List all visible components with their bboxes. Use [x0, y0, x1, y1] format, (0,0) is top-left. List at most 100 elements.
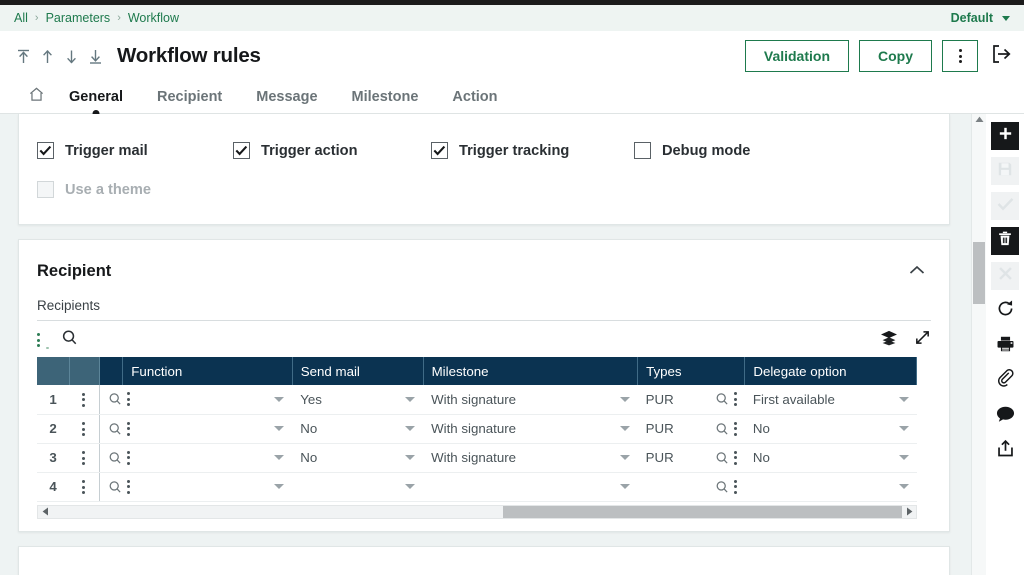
validation-button[interactable]: Validation	[744, 40, 849, 72]
more-actions-button[interactable]	[942, 40, 978, 72]
tab-message[interactable]: Message	[256, 89, 317, 113]
table-row[interactable]: 4	[37, 472, 917, 502]
tab-milestone[interactable]: Milestone	[352, 89, 419, 113]
cell-milestone[interactable]: With signature	[423, 443, 638, 473]
cell-function[interactable]	[99, 385, 293, 415]
grid-horizontal-scrollbar[interactable]	[37, 504, 917, 519]
scroll-right-arrow-icon[interactable]	[902, 507, 916, 516]
chevron-down-icon[interactable]	[619, 426, 630, 431]
cell-function[interactable]	[99, 414, 293, 444]
table-row[interactable]: 3 No With signature PUR No	[37, 443, 917, 473]
types-lookup[interactable]	[715, 392, 737, 407]
grid-header-types[interactable]: Types	[637, 357, 746, 385]
cell-delegate-option[interactable]	[744, 472, 917, 502]
kebab-menu-icon[interactable]	[733, 450, 737, 465]
grid-header-lookup[interactable]	[99, 357, 124, 385]
rail-refresh-button[interactable]	[991, 297, 1019, 325]
cell-function[interactable]	[99, 443, 293, 473]
types-lookup[interactable]	[715, 479, 737, 494]
profile-selector[interactable]: Default	[951, 11, 1010, 25]
scroll-track[interactable]	[52, 505, 902, 518]
grid-header-send-mail[interactable]: Send mail	[292, 357, 424, 385]
tab-recipient[interactable]: Recipient	[157, 89, 222, 113]
collapse-section-button[interactable]	[903, 258, 931, 284]
last-record-icon[interactable]	[88, 48, 103, 65]
grid-search-button[interactable]	[61, 329, 78, 351]
grid-header-milestone[interactable]: Milestone	[423, 357, 639, 385]
kebab-menu-icon[interactable]	[733, 479, 737, 494]
rail-delete-button[interactable]	[991, 227, 1019, 255]
function-lookup[interactable]	[108, 479, 130, 494]
chevron-down-icon[interactable]	[274, 396, 285, 402]
grid-header-function[interactable]: Function	[122, 357, 293, 385]
chevron-down-icon[interactable]	[898, 484, 909, 489]
kebab-menu-icon[interactable]	[733, 392, 737, 407]
chevron-down-icon[interactable]	[405, 484, 416, 489]
chevron-down-icon[interactable]	[274, 426, 285, 431]
tab-action[interactable]: Action	[452, 89, 497, 113]
cell-function[interactable]	[99, 472, 293, 502]
cell-types[interactable]: PUR	[637, 443, 745, 473]
cell-delegate-option[interactable]: No	[744, 443, 917, 473]
breadcrumb-item-parameters[interactable]: Parameters	[46, 11, 111, 25]
cell-send-mail[interactable]: No	[292, 443, 424, 473]
grid-header-delegate-option[interactable]: Delegate option	[744, 357, 917, 385]
cell-types[interactable]: PUR	[637, 414, 745, 444]
grid-header-rowmenu[interactable]	[69, 357, 100, 385]
function-lookup[interactable]	[108, 450, 130, 465]
cell-send-mail[interactable]	[292, 472, 424, 502]
chevron-down-icon[interactable]	[898, 396, 909, 402]
chevron-down-icon[interactable]	[898, 455, 909, 460]
breadcrumb-item-workflow[interactable]: Workflow	[128, 11, 179, 25]
scroll-up-arrow-icon[interactable]	[972, 116, 986, 123]
checkbox-trigger-mail[interactable]: Trigger mail	[37, 142, 233, 159]
chevron-down-icon[interactable]	[274, 484, 285, 489]
rail-add-button[interactable]	[991, 122, 1019, 150]
row-menu-button[interactable]	[69, 385, 100, 415]
grid-layers-button[interactable]	[880, 330, 898, 351]
cell-send-mail[interactable]: Yes	[292, 385, 424, 415]
checkbox-trigger-tracking[interactable]: Trigger tracking	[431, 142, 634, 159]
kebab-menu-icon[interactable]	[733, 421, 737, 436]
table-row[interactable]: 1 Yes With signature PUR First available	[37, 385, 917, 415]
checkbox-trigger-action[interactable]: Trigger action	[233, 142, 431, 159]
chevron-down-icon[interactable]	[619, 396, 630, 402]
row-menu-button[interactable]	[69, 472, 100, 502]
page-vertical-scrollbar[interactable]	[971, 114, 986, 575]
breadcrumb-item-all[interactable]: All	[14, 11, 28, 25]
cell-milestone[interactable]: With signature	[423, 414, 638, 444]
cell-milestone[interactable]	[423, 472, 638, 502]
chevron-down-icon[interactable]	[405, 426, 416, 431]
rail-export-button[interactable]	[991, 437, 1019, 465]
grid-menu-button[interactable]	[37, 333, 40, 347]
kebab-menu-icon[interactable]	[126, 450, 130, 465]
tab-general[interactable]: General	[69, 89, 123, 113]
copy-button[interactable]: Copy	[859, 40, 932, 72]
types-lookup[interactable]	[715, 450, 737, 465]
types-lookup[interactable]	[715, 421, 737, 436]
chevron-down-icon[interactable]	[405, 455, 416, 460]
cell-delegate-option[interactable]: First available	[744, 385, 917, 415]
cell-milestone[interactable]: With signature	[423, 385, 638, 415]
checkbox-debug-mode[interactable]: Debug mode	[634, 142, 750, 159]
cell-send-mail[interactable]: No	[292, 414, 424, 444]
function-lookup[interactable]	[108, 421, 130, 436]
row-menu-button[interactable]	[69, 414, 100, 444]
kebab-menu-icon[interactable]	[126, 392, 130, 407]
chevron-down-icon[interactable]	[619, 484, 630, 489]
next-record-icon[interactable]	[64, 48, 79, 65]
function-lookup[interactable]	[108, 392, 130, 407]
chevron-down-icon[interactable]	[274, 455, 285, 460]
kebab-menu-icon[interactable]	[126, 421, 130, 436]
scroll-left-arrow-icon[interactable]	[38, 507, 52, 516]
kebab-menu-icon[interactable]	[126, 479, 130, 494]
first-record-icon[interactable]	[16, 48, 31, 65]
table-row[interactable]: 2 No With signature PUR No	[37, 414, 917, 444]
rail-comment-button[interactable]	[991, 402, 1019, 430]
chevron-down-icon[interactable]	[405, 396, 416, 402]
chevron-down-icon[interactable]	[619, 455, 630, 460]
chevron-down-icon[interactable]	[898, 426, 909, 431]
cell-types[interactable]: PUR	[637, 385, 745, 415]
grid-header-rownum[interactable]	[37, 357, 70, 385]
cell-delegate-option[interactable]: No	[744, 414, 917, 444]
